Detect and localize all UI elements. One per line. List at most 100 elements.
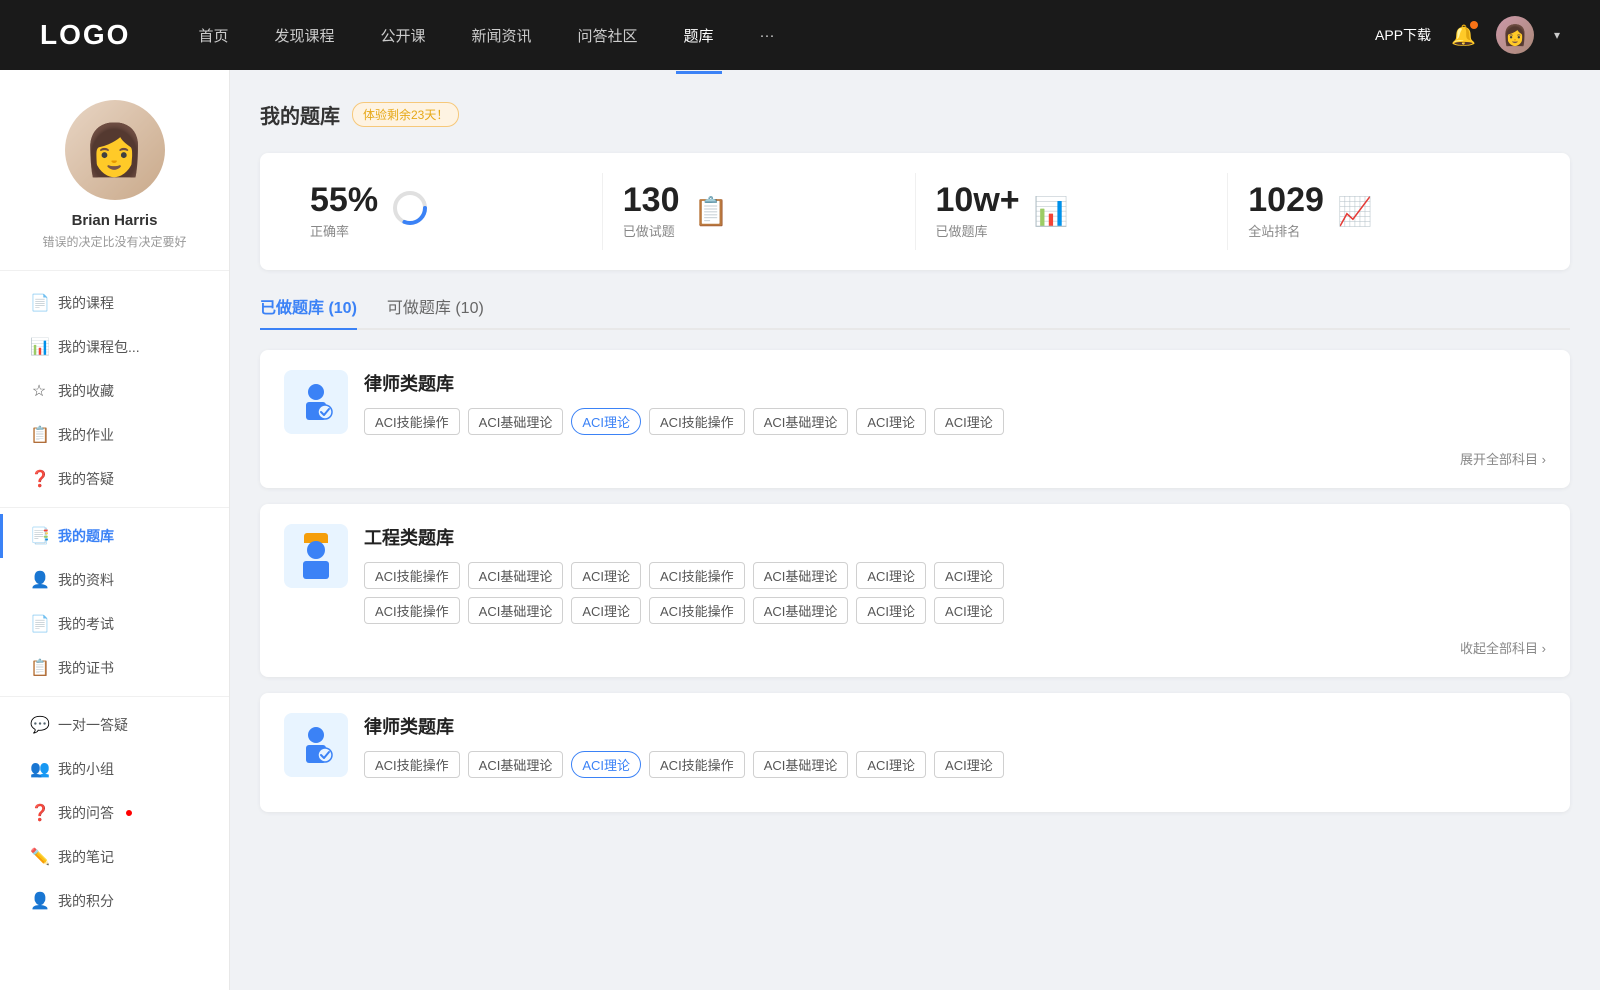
eng-tag-14[interactable]: ACI理论 bbox=[934, 597, 1004, 624]
qbank-title: 律师类题库 bbox=[364, 370, 1546, 396]
tag-2[interactable]: ACI基础理论 bbox=[468, 408, 564, 435]
tag2-2[interactable]: ACI基础理论 bbox=[468, 751, 564, 778]
star-icon: ☆ bbox=[30, 381, 48, 401]
sidebar-menu: 📄 我的课程 📊 我的课程包... ☆ 我的收藏 📋 我的作业 ❓ 我的答疑 � bbox=[0, 281, 229, 923]
expand-link-1[interactable]: 展开全部科目 › bbox=[284, 449, 1546, 468]
nav-qbank[interactable]: 题库 bbox=[676, 21, 722, 50]
eng-tag-4[interactable]: ACI技能操作 bbox=[649, 562, 745, 589]
eng-tag-2[interactable]: ACI基础理论 bbox=[468, 562, 564, 589]
stat-rank: 1029 全站排名 📈 bbox=[1228, 173, 1540, 250]
group-icon: 👥 bbox=[30, 759, 48, 779]
app-download-button[interactable]: APP下载 bbox=[1375, 25, 1431, 45]
logo[interactable]: LOGO bbox=[40, 19, 130, 51]
sidebar-item-qbank[interactable]: 📑 我的题库 bbox=[0, 514, 229, 558]
user-avatar[interactable]: 👩 bbox=[1496, 16, 1534, 54]
qbank-icon: 📑 bbox=[30, 526, 48, 546]
eng-tag-7[interactable]: ACI理论 bbox=[934, 562, 1004, 589]
eng-tag-12[interactable]: ACI基础理论 bbox=[753, 597, 849, 624]
stat-accuracy: 55% 正确率 bbox=[290, 173, 603, 250]
exam-icon: 📄 bbox=[30, 614, 48, 634]
eng-tag-9[interactable]: ACI基础理论 bbox=[468, 597, 564, 624]
main-content: 我的题库 体验剩余23天！ 55% 正确率 130 bbox=[230, 70, 1600, 990]
notification-bell-icon[interactable]: 🔔 bbox=[1451, 23, 1476, 48]
tag2-1[interactable]: ACI技能操作 bbox=[364, 751, 460, 778]
tag-1[interactable]: ACI技能操作 bbox=[364, 408, 460, 435]
accuracy-value: 55% bbox=[310, 183, 378, 217]
collapse-link[interactable]: 收起全部科目 › bbox=[284, 638, 1546, 657]
sidebar-item-favorites[interactable]: ☆ 我的收藏 bbox=[0, 369, 229, 413]
tag-6[interactable]: ACI理论 bbox=[856, 408, 926, 435]
tag-7[interactable]: ACI理论 bbox=[934, 408, 1004, 435]
sidebar-item-mydata[interactable]: 👤 我的资料 bbox=[0, 558, 229, 602]
tag2-3-selected[interactable]: ACI理论 bbox=[571, 751, 641, 778]
sidebar-item-points[interactable]: 👤 我的积分 bbox=[0, 879, 229, 923]
qbank-header: 律师类题库 ACI技能操作 ACI基础理论 ACI理论 ACI技能操作 ACI基… bbox=[284, 370, 1546, 435]
sidebar: 👩 Brian Harris 错误的决定比没有决定要好 📄 我的课程 📊 我的课… bbox=[0, 70, 230, 990]
stat-number-wrap3: 1029 全站排名 bbox=[1248, 183, 1324, 240]
sidebar-item-label: 我的考试 bbox=[58, 614, 114, 634]
qbank-icon-wrap-eng bbox=[284, 524, 348, 588]
nav-news[interactable]: 新闻资讯 bbox=[464, 21, 540, 50]
sidebar-item-label: 我的资料 bbox=[58, 570, 114, 590]
tag2-4[interactable]: ACI技能操作 bbox=[649, 751, 745, 778]
eng-tag-3[interactable]: ACI理论 bbox=[571, 562, 641, 589]
tab-todo[interactable]: 可做题库 (10) bbox=[387, 294, 484, 328]
tag2-6[interactable]: ACI理论 bbox=[856, 751, 926, 778]
tag-5[interactable]: ACI基础理论 bbox=[753, 408, 849, 435]
chevron-down-icon[interactable]: ▾ bbox=[1554, 28, 1560, 42]
notes-icon: ✏️ bbox=[30, 847, 48, 867]
profile-motto: 错误的决定比没有决定要好 bbox=[42, 233, 186, 250]
nav-more[interactable]: ··· bbox=[752, 23, 783, 48]
eng-tag-13[interactable]: ACI理论 bbox=[856, 597, 926, 624]
eng-tag-11[interactable]: ACI技能操作 bbox=[649, 597, 745, 624]
tags-row-eng-1: ACI技能操作 ACI基础理论 ACI理论 ACI技能操作 ACI基础理论 AC… bbox=[364, 562, 1546, 589]
done-questions-value: 130 bbox=[623, 183, 680, 217]
sidebar-item-label: 我的积分 bbox=[58, 891, 114, 911]
sidebar-item-label: 我的收藏 bbox=[58, 381, 114, 401]
sidebar-item-homework[interactable]: 📋 我的作业 bbox=[0, 413, 229, 457]
sidebar-item-label: 我的题库 bbox=[58, 526, 114, 546]
tab-done[interactable]: 已做题库 (10) bbox=[260, 294, 357, 328]
qbank-title-2: 律师类题库 bbox=[364, 713, 1546, 739]
profile-avatar: 👩 bbox=[65, 100, 165, 200]
tag-3-selected[interactable]: ACI理论 bbox=[571, 408, 641, 435]
tag2-7[interactable]: ACI理论 bbox=[934, 751, 1004, 778]
sidebar-item-label: 一对一答疑 bbox=[58, 715, 128, 735]
nav-opencourse[interactable]: 公开课 bbox=[372, 21, 433, 50]
sidebar-item-label: 我的答疑 bbox=[58, 469, 114, 489]
eng-tag-6[interactable]: ACI理论 bbox=[856, 562, 926, 589]
nav-right: APP下载 🔔 👩 ▾ bbox=[1375, 16, 1560, 54]
eng-tag-5[interactable]: ACI基础理论 bbox=[753, 562, 849, 589]
sidebar-item-myqa[interactable]: ❓ 我的问答 bbox=[0, 791, 229, 835]
tag-4[interactable]: ACI技能操作 bbox=[649, 408, 745, 435]
sidebar-item-qa[interactable]: ❓ 我的答疑 bbox=[0, 457, 229, 501]
page-title: 我的题库 bbox=[260, 100, 340, 129]
stat-number-wrap2: 10w+ 已做题库 bbox=[936, 183, 1020, 240]
sidebar-item-exam[interactable]: 📄 我的考试 bbox=[0, 602, 229, 646]
qbank-header-2: 律师类题库 ACI技能操作 ACI基础理论 ACI理论 ACI技能操作 ACI基… bbox=[284, 713, 1546, 778]
myqa-icon: ❓ bbox=[30, 803, 48, 823]
tag2-5[interactable]: ACI基础理论 bbox=[753, 751, 849, 778]
sidebar-item-group[interactable]: 👥 我的小组 bbox=[0, 747, 229, 791]
eng-tag-10[interactable]: ACI理论 bbox=[571, 597, 641, 624]
qbank-title-eng: 工程类题库 bbox=[364, 524, 1546, 550]
stat-number: 55% 正确率 bbox=[310, 183, 378, 240]
sidebar-item-1on1[interactable]: 💬 一对一答疑 bbox=[0, 703, 229, 747]
eng-tag-8[interactable]: ACI技能操作 bbox=[364, 597, 460, 624]
done-questions-label: 已做试题 bbox=[623, 221, 680, 240]
qbank-card-lawyer-1: 律师类题库 ACI技能操作 ACI基础理论 ACI理论 ACI技能操作 ACI基… bbox=[260, 350, 1570, 488]
notification-dot bbox=[1470, 21, 1478, 29]
avatar-image: 👩 bbox=[1496, 16, 1534, 54]
engineer-icon bbox=[303, 533, 329, 579]
nav-discover[interactable]: 发现课程 bbox=[266, 21, 342, 50]
sidebar-item-certificate[interactable]: 📋 我的证书 bbox=[0, 646, 229, 690]
sidebar-item-coursepack[interactable]: 📊 我的课程包... bbox=[0, 325, 229, 369]
nav-qa[interactable]: 问答社区 bbox=[570, 21, 646, 50]
sidebar-item-notes[interactable]: ✏️ 我的笔记 bbox=[0, 835, 229, 879]
points-icon: 👤 bbox=[30, 891, 48, 911]
sidebar-item-label: 我的课程包... bbox=[58, 337, 140, 357]
eng-tag-1[interactable]: ACI技能操作 bbox=[364, 562, 460, 589]
nav-home[interactable]: 首页 bbox=[190, 21, 236, 50]
sidebar-item-mycourse[interactable]: 📄 我的课程 bbox=[0, 281, 229, 325]
page-header: 我的题库 体验剩余23天！ bbox=[260, 100, 1570, 129]
